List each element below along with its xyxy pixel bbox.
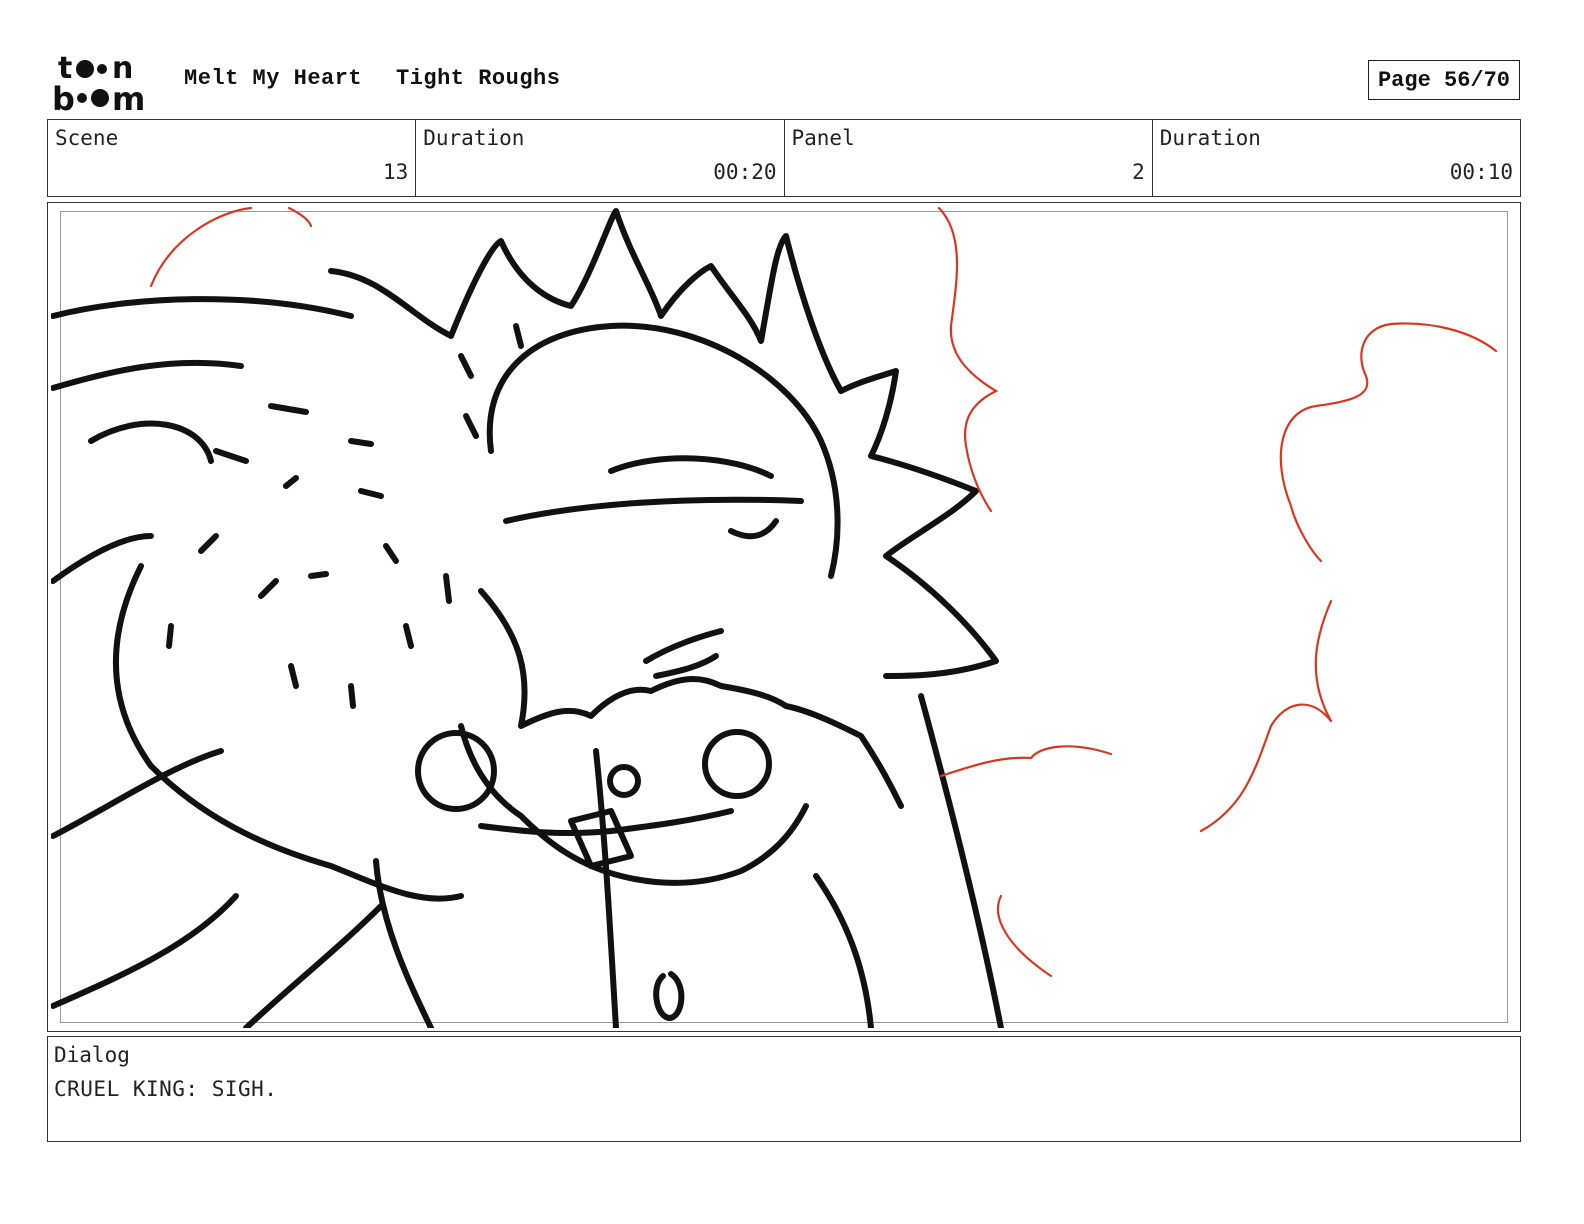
- hair-detail: [348, 683, 356, 709]
- collar-ring: [607, 764, 641, 798]
- mane-stroke: [51, 359, 244, 391]
- hair-detail: [166, 623, 174, 649]
- hair-detail: [348, 438, 374, 447]
- effect-cloud: [1199, 703, 1333, 833]
- collar-ring: [702, 729, 772, 799]
- svg-text:b: b: [52, 80, 75, 114]
- svg-text:m: m: [112, 80, 145, 114]
- toon-boom-logo-mark: t n b m: [52, 51, 145, 114]
- panel-duration-value: 00:10: [1449, 160, 1513, 184]
- hair-outline: [328, 208, 844, 394]
- collar-ring: [415, 730, 497, 812]
- hair-detail: [513, 323, 524, 349]
- mane-stroke: [88, 420, 214, 464]
- toon-boom-logo: t n b m: [50, 50, 166, 114]
- hair-detail: [258, 578, 279, 599]
- beard-outline: [458, 723, 809, 886]
- panel-duration-label: Duration: [1159, 126, 1261, 150]
- panel-label: Panel: [791, 126, 855, 150]
- hair-detail: [458, 353, 474, 379]
- mouth: [653, 653, 719, 679]
- cloak-line: [813, 873, 874, 1028]
- hair-detail: [283, 475, 299, 489]
- scene-duration-cell: Duration 00:20: [416, 120, 785, 196]
- mane-stroke: [51, 748, 224, 839]
- brow: [503, 496, 804, 524]
- cloak-line: [918, 693, 1004, 1028]
- effect-cloud: [149, 206, 253, 288]
- effect-cloud: [937, 206, 999, 513]
- mane-stroke: [51, 296, 354, 319]
- cloak-line: [243, 903, 384, 1028]
- hair-detail: [463, 413, 479, 439]
- hair-detail: [198, 533, 219, 554]
- project-title: Melt My Heart: [184, 66, 363, 91]
- head-outline: [486, 322, 841, 579]
- panel-value: 2: [1132, 160, 1145, 184]
- mane-stroke: [51, 893, 239, 1009]
- beard-outline: [478, 588, 904, 809]
- hair-detail: [213, 448, 249, 464]
- hair-detail: [268, 403, 309, 415]
- sequence-title: Tight Roughs: [396, 66, 561, 91]
- hair-outline: [113, 563, 464, 902]
- hair-outline: [838, 368, 999, 679]
- panel-info-row: Scene 13 Duration 00:20 Panel 2 Duration…: [47, 119, 1521, 197]
- scene-value: 13: [382, 160, 409, 184]
- dialog-box: Dialog CRUEL KING: SIGH.: [47, 1036, 1521, 1142]
- hair-detail: [403, 623, 414, 649]
- scene-duration-label: Duration: [423, 126, 525, 150]
- effect-cloud: [1279, 322, 1498, 563]
- dialog-text: CRUEL KING: SIGH.: [54, 1077, 278, 1101]
- hair-detail: [288, 663, 299, 689]
- scene-cell: Scene 13: [48, 120, 417, 196]
- panel-drawing: [51, 206, 1498, 1028]
- panel-cell: Panel 2: [785, 120, 1153, 196]
- scene-duration-value: 00:20: [713, 160, 777, 184]
- hair-detail: [308, 571, 329, 579]
- page-indicator: Page 56/70: [1368, 60, 1520, 100]
- dialog-label: Dialog: [54, 1043, 130, 1067]
- effect-cloud: [1314, 599, 1333, 723]
- effect-cloud: [287, 206, 313, 228]
- storyboard-panel: [47, 202, 1521, 1032]
- panel-duration-cell: Duration 00:10: [1153, 120, 1520, 196]
- button: [653, 971, 685, 1021]
- effect-cloud: [939, 745, 1113, 778]
- hair-detail: [443, 573, 452, 604]
- effect-cloud: [996, 894, 1053, 978]
- hair-detail: [383, 543, 399, 564]
- page-indicator-text: Page 56/70: [1377, 67, 1511, 93]
- brow: [608, 455, 774, 479]
- scene-label: Scene: [55, 126, 119, 150]
- closed-eye: [728, 518, 779, 540]
- hair-detail: [358, 488, 384, 499]
